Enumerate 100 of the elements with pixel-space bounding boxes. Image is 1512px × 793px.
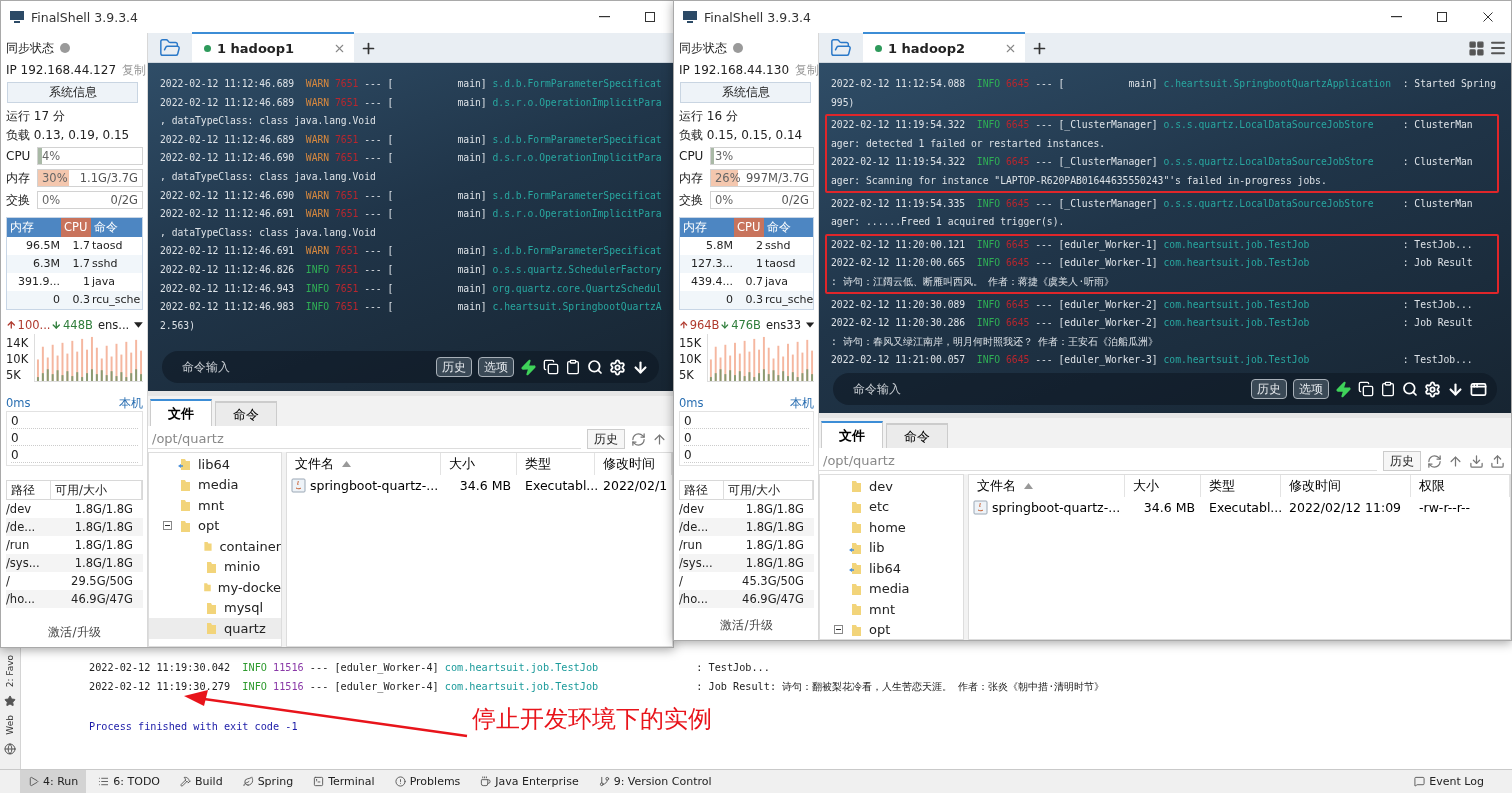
- panel-tab[interactable]: 文件: [150, 399, 212, 426]
- session-tab[interactable]: 1 hadoop2: [863, 32, 1025, 62]
- scroll-down-icon[interactable]: [632, 358, 649, 376]
- column-header[interactable]: 命令: [764, 218, 813, 237]
- latency-text: 0ms: [6, 396, 31, 411]
- tree-item[interactable]: container: [149, 536, 281, 557]
- command-input[interactable]: 命令输入 历史 选项: [833, 373, 1497, 405]
- log-line: , dataTypeClass: class java.lang.Void: [160, 114, 377, 129]
- refresh-icon[interactable]: [631, 431, 646, 447]
- command-option-button[interactable]: 选项: [478, 357, 514, 377]
- tool-window-tab[interactable]: 6: TODO: [90, 770, 168, 793]
- download-icon[interactable]: [1469, 453, 1484, 469]
- copy-icon[interactable]: [1358, 381, 1374, 397]
- panel-tab[interactable]: 命令: [215, 401, 277, 426]
- tree-item[interactable]: mysql: [149, 597, 281, 618]
- favorites-tab[interactable]: 2: Favo: [5, 655, 15, 688]
- tree-item[interactable]: lib: [820, 537, 963, 558]
- interface-select[interactable]: ens...: [97, 318, 130, 332]
- tool-window-tab[interactable]: Spring: [234, 770, 302, 793]
- copy-icon[interactable]: [543, 359, 559, 375]
- column-header[interactable]: 文件名: [969, 475, 1125, 497]
- paste-icon[interactable]: [1380, 381, 1396, 397]
- command-input[interactable]: 命令输入 历史 选项: [162, 351, 659, 383]
- globe-icon[interactable]: [4, 743, 16, 755]
- column-header[interactable]: 类型: [517, 453, 595, 475]
- tree-item[interactable]: mnt: [820, 599, 963, 620]
- command-option-button[interactable]: 选项: [1293, 379, 1329, 399]
- up-icon[interactable]: [1448, 453, 1463, 469]
- tree-item[interactable]: opt: [820, 619, 963, 639]
- log-line: ager: Scanning for instance "LAPTOP-R620PAB01644635550243"'s failed in-progress jobs.: [831, 173, 1328, 188]
- tree-item[interactable]: mnt: [149, 495, 281, 516]
- refresh-icon[interactable]: [1427, 453, 1442, 469]
- tree-item[interactable]: opt: [149, 515, 281, 536]
- grid-layout-icon[interactable]: [1468, 39, 1485, 57]
- host-link[interactable]: 本机: [790, 396, 814, 411]
- search-icon[interactable]: [587, 359, 603, 375]
- tool-window-tab[interactable]: Problems: [386, 770, 469, 793]
- column-header[interactable]: 权限: [1411, 475, 1510, 497]
- interface-select[interactable]: ens33: [765, 318, 801, 332]
- dropdown-caret-icon[interactable]: [134, 322, 143, 328]
- usage-meter: 0% 0/2G: [710, 191, 814, 209]
- column-header[interactable]: 修改时间: [1281, 475, 1411, 497]
- maximize-icon: [1437, 12, 1447, 22]
- tree-item[interactable]: lib64: [149, 454, 281, 475]
- host-link[interactable]: 本机: [119, 396, 143, 411]
- window-icon[interactable]: [1470, 380, 1487, 398]
- tool-window-tab[interactable]: Terminal: [305, 770, 383, 793]
- star-icon[interactable]: [4, 695, 16, 708]
- system-info-button[interactable]: 系统信息: [680, 82, 811, 103]
- panel-tab[interactable]: 命令: [886, 423, 948, 448]
- settings-icon[interactable]: [1424, 380, 1441, 398]
- tree-item[interactable]: lib64: [820, 558, 963, 579]
- session-tab[interactable]: 1 hadoop1: [192, 32, 354, 62]
- tree-item[interactable]: minio: [149, 556, 281, 577]
- upload-icon[interactable]: [1490, 453, 1505, 469]
- tree-item[interactable]: my-docke: [149, 577, 281, 598]
- search-icon[interactable]: [1402, 381, 1418, 397]
- menu-icon[interactable]: [1489, 39, 1507, 57]
- table-cell: Executabl...: [1209, 500, 1283, 515]
- table-cell-text: 0.3: [744, 292, 764, 308]
- column-header[interactable]: 修改时间: [595, 453, 672, 475]
- activate-link[interactable]: 激活/升级: [720, 613, 773, 640]
- column-header[interactable]: 内存: [680, 218, 734, 237]
- settings-icon[interactable]: [609, 358, 626, 376]
- panel-tab[interactable]: 文件: [821, 421, 883, 448]
- column-header[interactable]: 大小: [441, 453, 517, 475]
- collapse-icon[interactable]: [163, 521, 172, 531]
- tool-window-tab[interactable]: Java Enterprise: [472, 770, 587, 793]
- column-header[interactable]: 类型: [1201, 475, 1281, 497]
- history-button[interactable]: 历史: [587, 429, 625, 449]
- tree-item[interactable]: dev: [820, 476, 963, 497]
- file-row[interactable]: springboot-quartz-... 34.6 MB Executabl... 2022/02/12 11:09 -rw-r--r--: [969, 497, 1510, 518]
- system-info-button[interactable]: 系统信息: [7, 82, 138, 103]
- tool-window-tab[interactable]: 4: Run: [20, 770, 87, 793]
- tree-item[interactable]: media: [820, 578, 963, 599]
- history-button[interactable]: 历史: [1383, 451, 1421, 471]
- tree-item[interactable]: etc: [820, 496, 963, 517]
- paste-icon[interactable]: [565, 359, 581, 375]
- lightning-icon[interactable]: [520, 358, 537, 376]
- dropdown-caret-icon[interactable]: [805, 322, 814, 328]
- column-header[interactable]: 大小: [1125, 475, 1201, 497]
- column-header[interactable]: 文件名: [287, 453, 441, 475]
- column-header[interactable]: 内存: [7, 218, 61, 237]
- tree-item[interactable]: media: [149, 474, 281, 495]
- command-option-button[interactable]: 历史: [436, 357, 472, 377]
- java-file-icon: [973, 500, 988, 515]
- tool-window-tab[interactable]: Event Log: [1406, 770, 1492, 793]
- tree-item[interactable]: quartz: [149, 618, 281, 639]
- tool-window-tab[interactable]: Build: [172, 770, 231, 793]
- web-tab[interactable]: Web: [5, 715, 15, 735]
- collapse-icon[interactable]: [834, 625, 843, 635]
- file-row[interactable]: springboot-quartz-... 34.6 MB Executabl... 2022/02/1: [287, 475, 672, 496]
- command-option-button[interactable]: 历史: [1251, 379, 1287, 399]
- tree-item[interactable]: home: [820, 517, 963, 538]
- lightning-icon[interactable]: [1335, 380, 1352, 398]
- activate-link[interactable]: 激活/升级: [48, 620, 101, 647]
- scroll-down-icon[interactable]: [1447, 380, 1464, 398]
- tool-window-tab[interactable]: 9: Version Control: [590, 770, 720, 793]
- column-header[interactable]: 命令: [91, 218, 142, 237]
- up-icon[interactable]: [652, 431, 667, 447]
